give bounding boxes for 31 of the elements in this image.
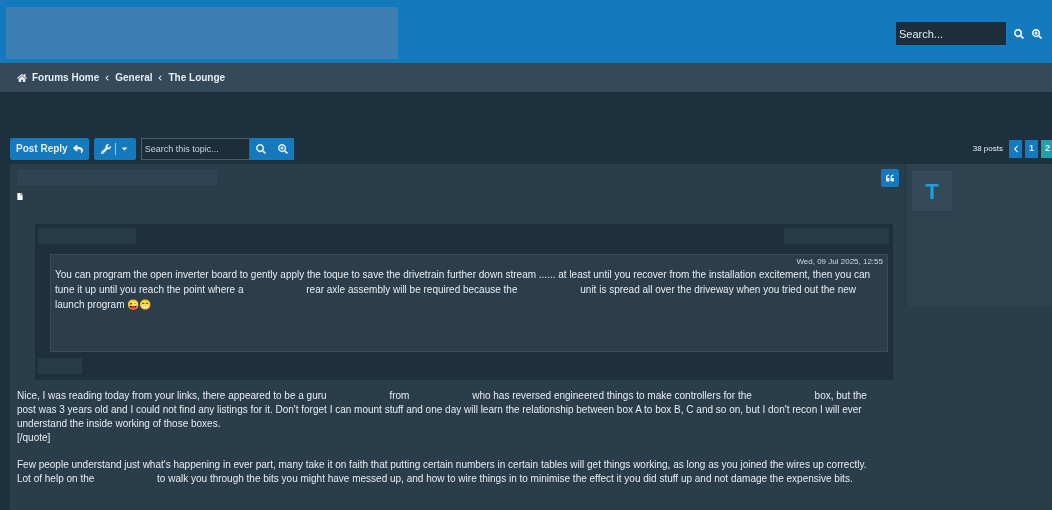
topic-search-field[interactable]: Search this topic... [140, 137, 250, 160]
previous-page-button[interactable] [1009, 139, 1022, 158]
quote-text: You can program the open inverter board to gently apply the toque to save the drivetrain further down stream ...... at least until you recover from the installation excitement, then you can tune it up until you reach the point where a rear axle assembly will be required because the unit is spread all over the driveway when you tried out the new launch program 😜😁 [55, 268, 872, 312]
home-icon [17, 72, 27, 83]
tools-dropdown-button[interactable] [93, 137, 136, 160]
user-avatar: T [912, 171, 952, 211]
quote-button[interactable] [881, 169, 899, 187]
breadcrumb-link[interactable]: The Lounge [168, 70, 226, 85]
file-icon [17, 193, 23, 200]
quote-date: Wed, 09 Jul 2025, 12:55 [796, 257, 883, 267]
post-paragraph: Few people understand just what's happening in ever part, many take it on faith that putting certain numbers in certain tables will get things working, as long as you joined the wires up correctly. Lot of help on the to walk you through the bits you might have messed up, and how to wire things in to minimise the effect it you did stuff up and not damage the expensive bits. [17, 458, 867, 486]
breadcrumb-link[interactable]: General [115, 70, 153, 85]
page-button[interactable]: 1 [1025, 139, 1038, 158]
advanced-search-icon [277, 143, 288, 154]
search-field[interactable]: Search... [896, 22, 1006, 45]
search-icon [255, 143, 266, 154]
search-icon[interactable] [1014, 28, 1024, 39]
chevron-icon [104, 74, 111, 81]
quote-icon [886, 174, 894, 182]
advanced-search-button[interactable] [271, 137, 294, 160]
post-paragraph: Nice, I was reading today from your links, there appeared to be a guru from who has reversed engineered things to make controllers for the box, but the post was 3 years old and I could not find any listings for it. Don't forget I can mount stuff and one day will learn the relationship between box A to box B, C and so on, but I don't recon I will ever understand the inside working of those boxes. [/quote] [17, 389, 867, 445]
search-button[interactable] [249, 137, 272, 160]
caret-icon [119, 144, 129, 153]
wrench-icon [100, 143, 111, 154]
reply-icon [72, 143, 83, 154]
breadcrumb-link[interactable]: Forums Home [32, 70, 100, 85]
post-reply-button[interactable]: Post Reply [10, 137, 89, 160]
post-count: 38 posts [972, 142, 1003, 155]
chevron-icon [157, 74, 164, 81]
chevron-left-icon [1011, 144, 1020, 153]
advanced-search-icon[interactable] [1032, 28, 1042, 39]
